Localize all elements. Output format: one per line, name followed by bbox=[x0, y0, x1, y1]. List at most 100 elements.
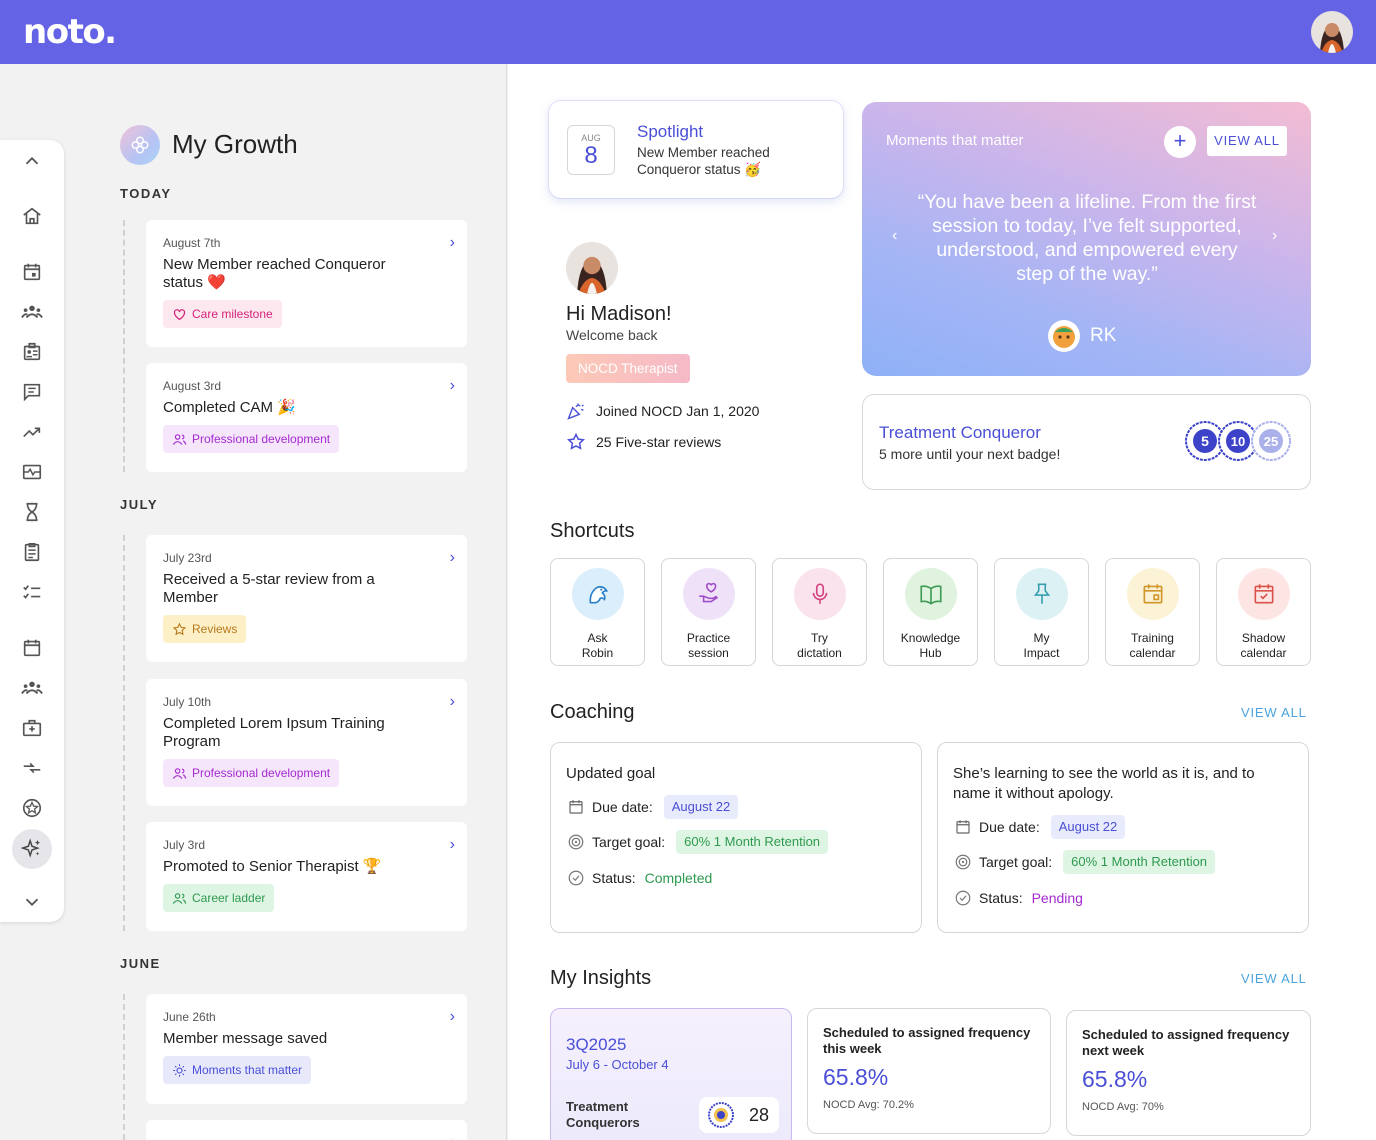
heart-icon bbox=[173, 308, 186, 320]
chevron-right-icon[interactable]: › bbox=[450, 836, 455, 854]
target-goal-value: 60% 1 Month Retention bbox=[676, 830, 829, 854]
insight-average: NOCD Avg: 70% bbox=[1082, 1101, 1164, 1113]
checklist-icon[interactable] bbox=[20, 580, 44, 604]
timeline-card[interactable]: July 23rd Received a 5-star review from … bbox=[146, 535, 467, 662]
star-badge-icon[interactable] bbox=[20, 796, 44, 820]
robin-icon bbox=[571, 568, 624, 620]
shortcut-label: dictation bbox=[797, 646, 842, 660]
treatment-count-value: 28 bbox=[749, 1104, 770, 1125]
contact-card-icon[interactable] bbox=[20, 340, 44, 364]
monitor-heart-icon[interactable] bbox=[20, 460, 44, 484]
timeline-card[interactable]: August 7th New Member reached Conqueror … bbox=[146, 220, 467, 347]
coaching-card[interactable]: She’s learning to see the world as it is… bbox=[937, 742, 1309, 933]
calendar-today-icon[interactable] bbox=[20, 260, 44, 284]
calendar-check-icon bbox=[1237, 568, 1290, 620]
chevron-up-icon[interactable] bbox=[20, 149, 44, 173]
shortcut-label: Try bbox=[811, 631, 828, 645]
trending-up-icon[interactable] bbox=[20, 420, 44, 444]
timeline-date: August 3rd bbox=[163, 379, 222, 393]
frequency-insight-card[interactable]: Scheduled to assigned frequency this wee… bbox=[807, 1008, 1051, 1134]
shortcut-my-impact[interactable]: My Impact bbox=[994, 558, 1089, 666]
coaching-card[interactable]: Updated goal Due date: August 22 Target … bbox=[550, 742, 922, 933]
shortcut-shadow-calendar[interactable]: Shadow calendar bbox=[1216, 558, 1311, 666]
treatment-conquerors-count: 28 bbox=[699, 1097, 779, 1133]
shortcut-ask-robin[interactable]: Ask Robin bbox=[550, 558, 645, 666]
shortcut-label: Hub bbox=[919, 646, 942, 660]
shortcut-try-dictation[interactable]: Try dictation bbox=[772, 558, 867, 666]
status-label: Status: bbox=[979, 890, 1023, 906]
target-label: Target goal: bbox=[979, 854, 1053, 870]
chevron-left-icon[interactable]: ‹ bbox=[892, 227, 897, 245]
chevron-right-icon[interactable]: › bbox=[450, 1008, 455, 1026]
conqueror-badge-icon bbox=[708, 1102, 734, 1128]
people-icon bbox=[172, 892, 187, 904]
message-icon[interactable] bbox=[20, 380, 44, 404]
timeline-card[interactable]: July 3rd Promoted to Senior Therapist 🏆 … bbox=[146, 822, 467, 931]
quarter-insight-card[interactable]: 3Q2025 July 6 - October 4 Treatment Conq… bbox=[550, 1008, 792, 1140]
shortcut-practice-session[interactable]: Practice session bbox=[661, 558, 756, 666]
svg-text:5: 5 bbox=[1201, 433, 1209, 449]
home-icon[interactable] bbox=[20, 204, 44, 228]
reviews-text: 25 Five-star reviews bbox=[596, 434, 722, 450]
insights-view-all-link[interactable]: VIEW ALL bbox=[1241, 971, 1307, 986]
tag-label: Career ladder bbox=[192, 891, 266, 905]
frequency-insight-card[interactable]: Scheduled to assigned frequency next wee… bbox=[1066, 1010, 1311, 1136]
timeline-card[interactable]: July 10th Completed Lorem Ipsum Training… bbox=[146, 679, 467, 806]
calendar-icon[interactable] bbox=[20, 636, 44, 660]
timeline-card[interactable]: › bbox=[146, 1120, 467, 1140]
calendar-date-icon: AUG 8 bbox=[567, 125, 615, 175]
chevron-right-icon[interactable]: › bbox=[450, 1134, 455, 1140]
growth-flower-icon bbox=[120, 125, 160, 165]
target-icon bbox=[568, 834, 584, 850]
sparkle-icon[interactable] bbox=[20, 837, 44, 861]
group-icon[interactable] bbox=[20, 300, 44, 324]
tag-career-ladder: Career ladder bbox=[163, 884, 275, 912]
conqueror-title: Treatment Conqueror bbox=[879, 423, 1041, 442]
chevron-down-icon[interactable] bbox=[20, 890, 44, 914]
treatment-conqueror-card[interactable]: Treatment Conqueror 5 more until your ne… bbox=[862, 394, 1311, 490]
chevron-right-icon[interactable]: › bbox=[450, 234, 455, 252]
shortcut-label: Training bbox=[1131, 631, 1174, 645]
medical-kit-icon[interactable] bbox=[20, 716, 44, 740]
chevron-right-icon[interactable]: › bbox=[450, 693, 455, 711]
check-circle-icon bbox=[955, 890, 971, 906]
moments-view-all-button[interactable]: VIEW ALL bbox=[1207, 126, 1287, 156]
shortcut-label: Knowledge bbox=[900, 631, 961, 645]
coaching-view-all-link[interactable]: VIEW ALL bbox=[1241, 705, 1307, 720]
sun-icon bbox=[173, 1063, 186, 1077]
profile-avatar bbox=[566, 242, 618, 294]
shortcut-knowledge-hub[interactable]: Knowledge Hub bbox=[883, 558, 978, 666]
compare-arrows-icon[interactable] bbox=[20, 756, 44, 780]
coaching-card-title: Updated goal bbox=[566, 765, 656, 782]
spotlight-card[interactable]: AUG 8 Spotlight New Member reached Conqu… bbox=[549, 101, 843, 198]
people-icon[interactable] bbox=[20, 676, 44, 700]
add-moment-button[interactable]: + bbox=[1164, 126, 1196, 158]
timeline-text: Completed Lorem Ipsum Training Program bbox=[163, 715, 385, 750]
target-icon bbox=[955, 854, 971, 870]
svg-text:25: 25 bbox=[1264, 434, 1278, 449]
quarter-range: July 6 - October 4 bbox=[566, 1057, 669, 1072]
chevron-right-icon[interactable]: › bbox=[1272, 227, 1277, 245]
chevron-right-icon[interactable]: › bbox=[450, 377, 455, 395]
shortcut-label: session bbox=[688, 646, 729, 660]
timeline-card[interactable]: June 26th Member message saved › Moments… bbox=[146, 994, 467, 1104]
moments-author: RK bbox=[1048, 320, 1116, 352]
user-avatar[interactable] bbox=[1311, 11, 1353, 53]
section-today: TODAY bbox=[120, 186, 172, 201]
shortcut-training-calendar[interactable]: Training calendar bbox=[1105, 558, 1200, 666]
insight-heading: Scheduled to assigned frequency next wee… bbox=[1082, 1027, 1290, 1058]
hourglass-icon[interactable] bbox=[20, 500, 44, 524]
status-row: Status: Completed bbox=[567, 869, 712, 887]
timeline-date: July 23rd bbox=[163, 551, 212, 565]
svg-text:10: 10 bbox=[1231, 434, 1245, 449]
chevron-right-icon[interactable]: › bbox=[450, 549, 455, 567]
moments-card: Moments that matter + VIEW ALL ‹ › “You … bbox=[862, 102, 1311, 376]
clipboard-icon[interactable] bbox=[20, 540, 44, 564]
check-circle-icon bbox=[568, 870, 584, 886]
timeline-date: August 7th bbox=[163, 236, 221, 250]
timeline-card[interactable]: August 3rd Completed CAM 🎉 › Professiona… bbox=[146, 363, 467, 472]
calendar-icon bbox=[569, 800, 583, 814]
tag-reviews: Reviews bbox=[163, 615, 247, 643]
noto-logo[interactable]: noto. bbox=[23, 12, 117, 52]
shortcut-label: My bbox=[1033, 631, 1050, 645]
